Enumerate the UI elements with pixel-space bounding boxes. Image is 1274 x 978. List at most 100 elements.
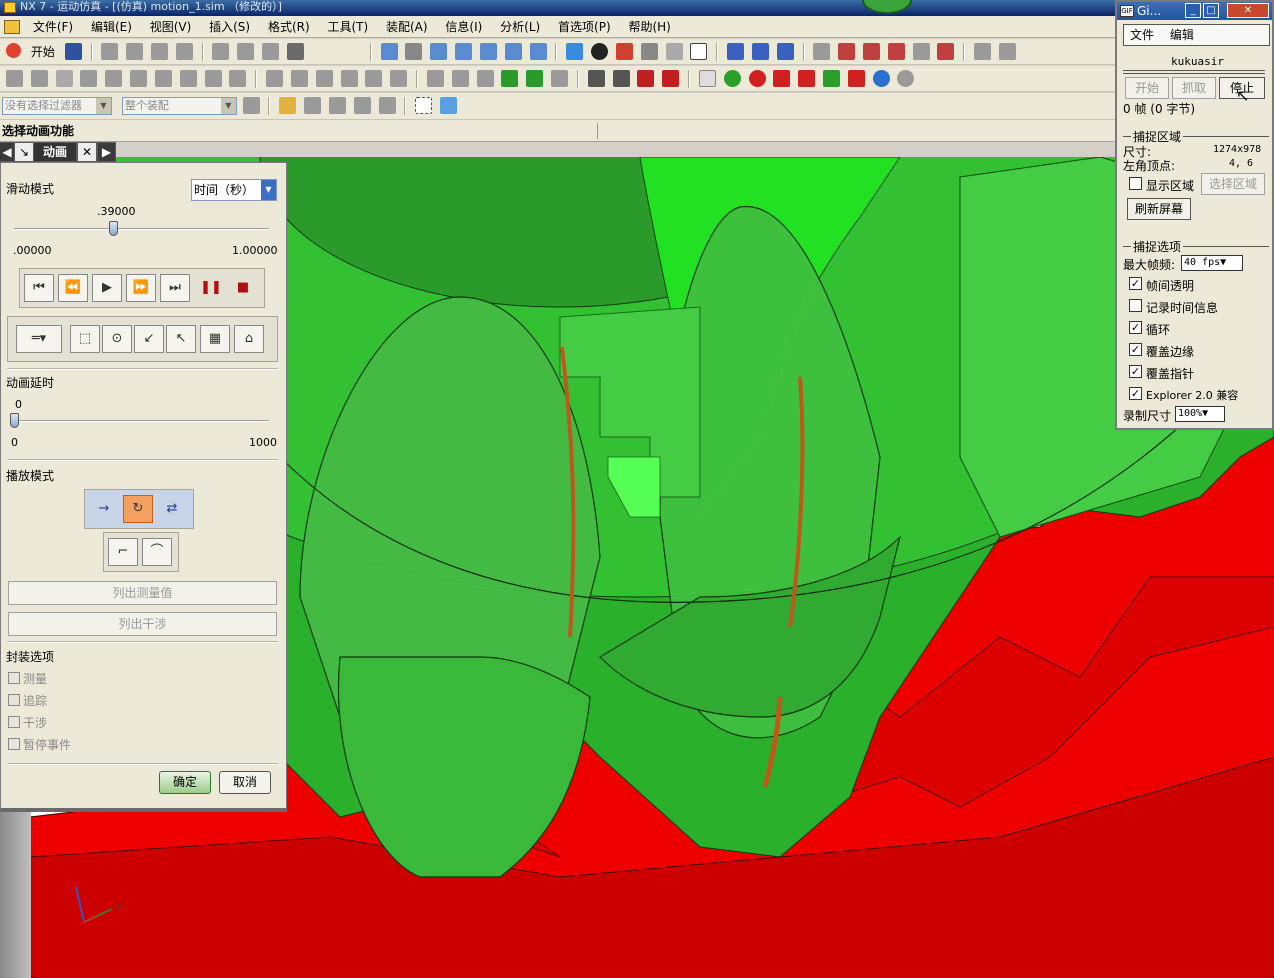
explode-icon[interactable]: ↙ <box>134 325 164 353</box>
forward-path-icon[interactable]: ⌒ <box>142 538 172 566</box>
close-icon[interactable]: ✕ <box>1227 3 1269 18</box>
redo-icon[interactable] <box>237 43 255 60</box>
menu-preferences[interactable]: 首选项(P) <box>551 16 618 38</box>
step-back-icon[interactable]: ⏪ <box>58 274 88 302</box>
menu-insert[interactable]: 插入(S) <box>202 16 257 38</box>
pan-icon[interactable] <box>504 43 522 60</box>
time-slider-thumb[interactable] <box>108 221 118 236</box>
trace-checkbox[interactable] <box>8 694 20 706</box>
select-feature-icon[interactable] <box>378 97 396 114</box>
save-icon[interactable] <box>64 43 82 60</box>
zoom-area-icon[interactable] <box>405 43 423 60</box>
start-icon[interactable] <box>6 43 21 58</box>
tool-icon[interactable] <box>286 43 304 60</box>
collision-icon[interactable]: ↖ <box>166 325 196 353</box>
option-checkbox-5[interactable]: ✓ <box>1129 387 1142 400</box>
red-gear-icon[interactable] <box>748 70 766 87</box>
ping-pong-icon[interactable]: ⇄ <box>157 495 187 523</box>
option-checkbox-2[interactable]: ✓ <box>1129 321 1142 334</box>
select-face-icon[interactable] <box>304 97 322 114</box>
menu-info[interactable]: 信息(I) <box>438 16 489 38</box>
undo-icon[interactable] <box>212 43 230 60</box>
loop-icon[interactable]: ↻ <box>123 495 153 523</box>
delete-icon[interactable] <box>175 43 193 60</box>
select-icon-1[interactable] <box>813 43 831 60</box>
selection-filter-combo[interactable]: 没有选择过滤器 ▼ <box>2 97 112 115</box>
rectangle-select-icon[interactable] <box>415 97 433 114</box>
damper-icon[interactable] <box>179 70 197 87</box>
option-checkbox-3[interactable]: ✓ <box>1129 343 1142 356</box>
select-icon-5[interactable] <box>912 43 930 60</box>
select-icon-6[interactable] <box>937 43 955 60</box>
joint-icon[interactable] <box>105 70 123 87</box>
contact-icon[interactable] <box>315 70 333 87</box>
reverse-path-icon[interactable]: ⌐ <box>108 538 138 566</box>
snap-icon-3[interactable] <box>776 43 794 60</box>
snapshot-icon[interactable]: ═▾ <box>16 325 62 353</box>
layout-icon[interactable] <box>665 43 683 60</box>
cut-icon[interactable] <box>101 43 119 60</box>
menu-edit[interactable]: 编辑(E) <box>84 16 139 38</box>
magnify-icon[interactable] <box>455 43 473 60</box>
menu-assembly[interactable]: 装配(A) <box>379 16 435 38</box>
point-icon[interactable] <box>229 70 247 87</box>
delay-slider-track[interactable] <box>14 420 269 422</box>
maximize-icon[interactable]: □ <box>1203 3 1219 18</box>
torque-icon[interactable] <box>290 70 308 87</box>
marker-icon[interactable] <box>204 70 222 87</box>
delay-slider-thumb[interactable] <box>9 413 19 428</box>
paste-icon[interactable] <box>150 43 168 60</box>
fit-icon[interactable] <box>380 43 398 60</box>
spring-icon[interactable] <box>154 70 172 87</box>
trace-icon[interactable]: ⬚ <box>70 325 100 353</box>
angle-icon[interactable] <box>998 43 1016 60</box>
reset-icon[interactable] <box>551 70 569 87</box>
cancel-button[interactable]: 取消 <box>219 771 271 794</box>
forward-icon[interactable] <box>501 70 519 87</box>
gif-start-button[interactable]: 开始 <box>1125 77 1169 99</box>
max-fps-select[interactable]: 40 fps▼ <box>1181 255 1243 271</box>
doc-icon[interactable] <box>698 70 716 87</box>
interference-checkbox[interactable] <box>8 716 20 728</box>
perspective-icon[interactable] <box>529 43 547 60</box>
run-icon[interactable] <box>476 70 494 87</box>
motion-icon-2[interactable] <box>30 70 48 87</box>
prev-frame-icon[interactable] <box>612 70 630 87</box>
blue-ring-icon[interactable] <box>872 70 890 87</box>
start-menu-button[interactable]: 开始 <box>27 39 59 64</box>
background-icon[interactable] <box>690 43 708 60</box>
play-once-icon[interactable]: → <box>89 495 119 523</box>
solution-icon[interactable] <box>451 70 469 87</box>
snap-icon-1[interactable] <box>727 43 745 60</box>
select-body-icon[interactable] <box>328 97 346 114</box>
measure-icon[interactable] <box>974 43 992 60</box>
menu-analysis[interactable]: 分析(L) <box>493 16 547 38</box>
menu-view[interactable]: 视图(V) <box>143 16 199 38</box>
rotate-icon[interactable] <box>479 43 497 60</box>
select-icon-3[interactable] <box>863 43 880 60</box>
first-frame-icon[interactable] <box>587 70 605 87</box>
function-icon[interactable] <box>55 70 73 87</box>
green-link-icon[interactable] <box>822 70 840 87</box>
time-slider-track[interactable] <box>14 228 269 230</box>
filter-icon[interactable] <box>242 97 260 114</box>
gif-grab-button[interactable]: 抓取 <box>1172 77 1216 99</box>
copy-icon[interactable] <box>126 43 144 60</box>
back-icon[interactable] <box>526 70 544 87</box>
home-position-icon[interactable]: ⌂ <box>234 325 264 353</box>
connector-icon[interactable] <box>130 70 148 87</box>
minimize-icon[interactable]: _ <box>1185 3 1201 18</box>
measure-checkbox[interactable] <box>8 672 20 684</box>
shaded-icon[interactable] <box>566 43 584 60</box>
chevron-left-icon[interactable]: ◀ <box>0 143 14 161</box>
gif-menu-file[interactable]: 文件 <box>1124 25 1160 45</box>
pause-icon[interactable]: ❚❚ <box>196 274 226 302</box>
play-icon[interactable]: ▶ <box>92 274 122 302</box>
option-checkbox-1[interactable] <box>1129 299 1142 312</box>
menu-tools[interactable]: 工具(T) <box>320 16 375 38</box>
section-icon[interactable] <box>615 43 633 60</box>
select-icon-2[interactable] <box>838 43 856 60</box>
measure-tool-icon[interactable]: ⊙ <box>102 325 132 353</box>
cube-icon[interactable] <box>440 97 458 114</box>
stop-icon[interactable]: ■ <box>228 274 258 302</box>
